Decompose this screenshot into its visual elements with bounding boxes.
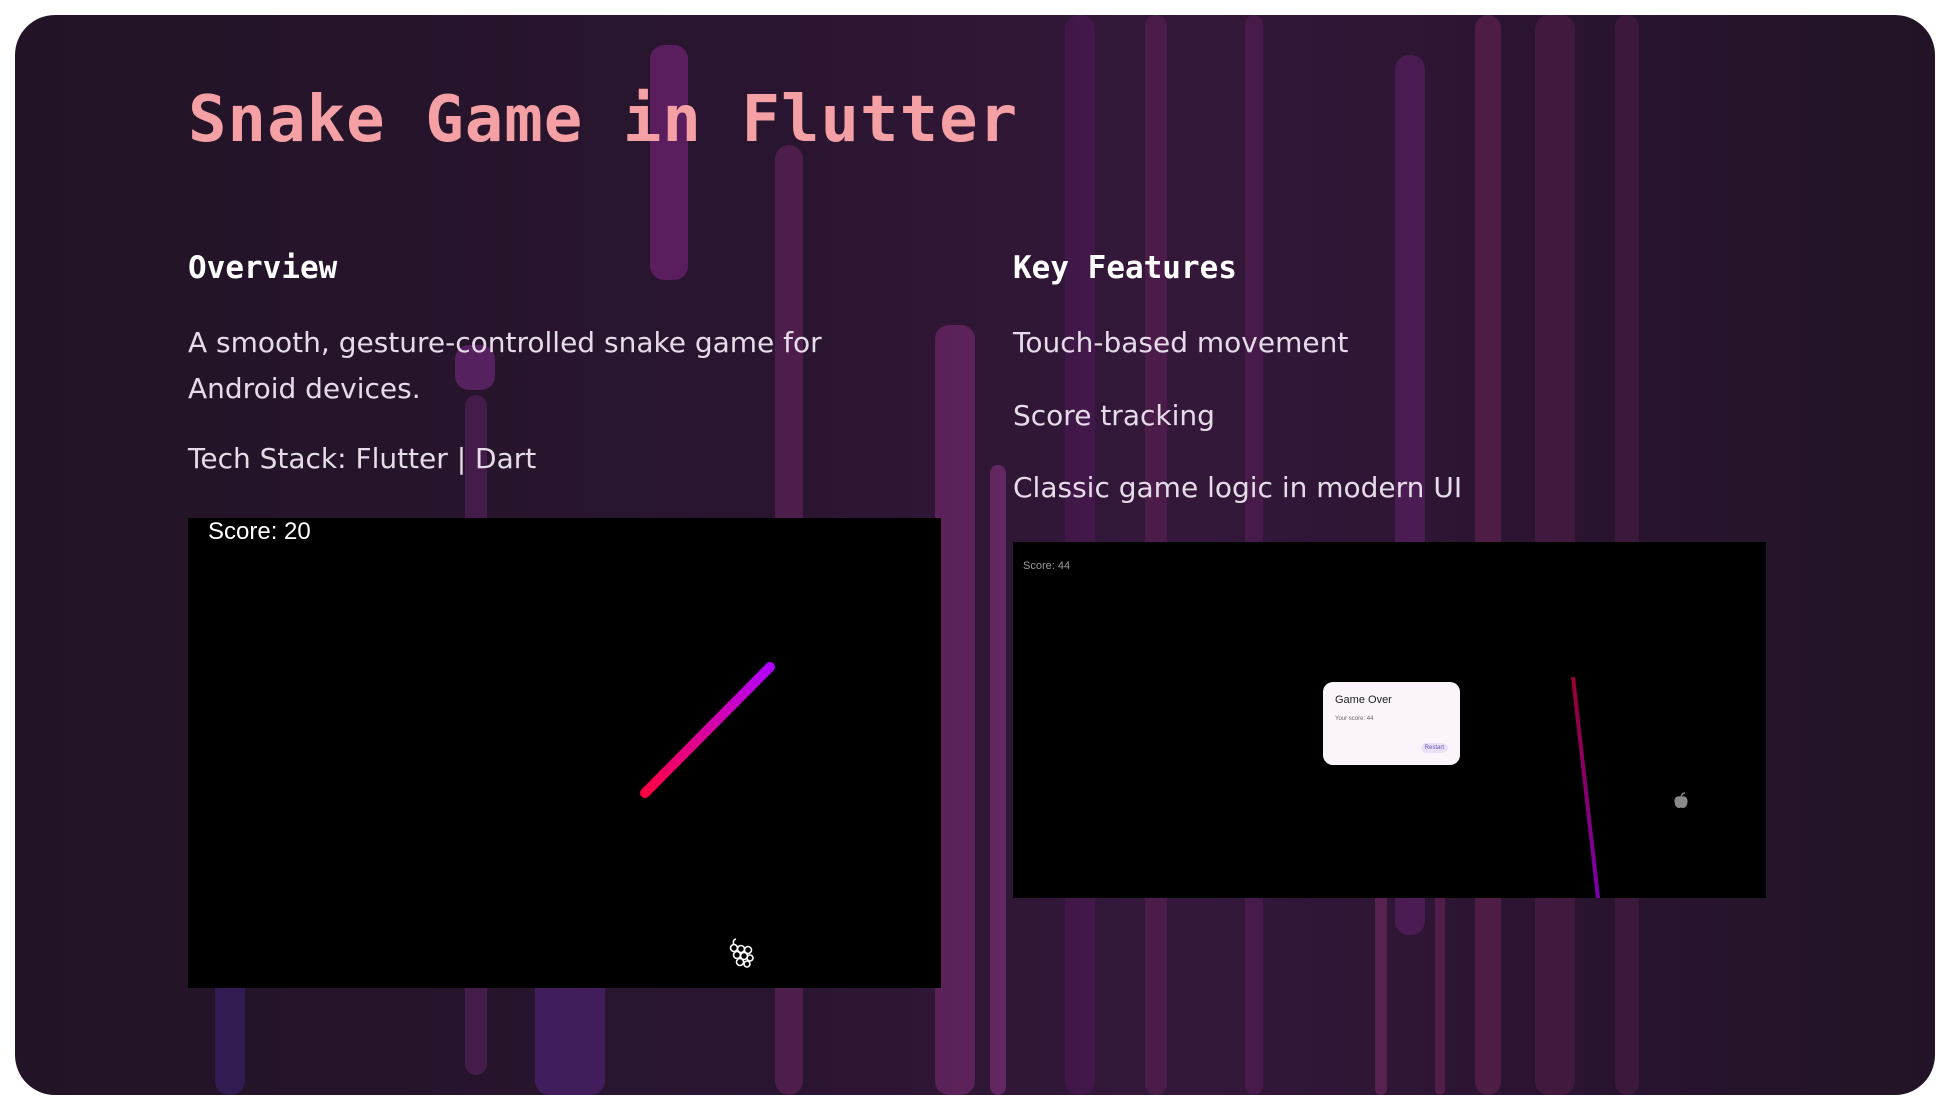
page-title: Snake Game in Flutter bbox=[188, 83, 1019, 157]
features-heading: Key Features bbox=[1013, 250, 1237, 286]
feature-item-logic: Classic game logic in modern UI bbox=[1013, 471, 1463, 504]
gameplay-screenshot: Score: 20 bbox=[188, 518, 941, 988]
restart-button: Restart bbox=[1420, 743, 1448, 753]
dialog-score: Your score: 44 bbox=[1335, 716, 1374, 722]
grapes-icon bbox=[729, 938, 754, 968]
feature-item-touch: Touch-based movement bbox=[1013, 326, 1349, 359]
slide: Snake Game in Flutter Overview A smooth,… bbox=[15, 15, 1935, 1095]
dialog-title: Game Over bbox=[1335, 694, 1392, 706]
apple-icon bbox=[1674, 792, 1688, 808]
feature-item-score: Score tracking bbox=[1013, 399, 1215, 432]
game-over-screenshot: Score: 44 Game Over Your score: 44 Resta… bbox=[1013, 542, 1766, 898]
snake-graphic bbox=[640, 662, 775, 798]
game-over-dialog: Game Over Your score: 44 Restart bbox=[1323, 682, 1460, 765]
tech-stack-text: Tech Stack: Flutter | Dart bbox=[188, 442, 537, 475]
overview-heading: Overview bbox=[188, 250, 338, 286]
overview-description: A smooth, gesture-controlled snake game … bbox=[188, 326, 822, 405]
